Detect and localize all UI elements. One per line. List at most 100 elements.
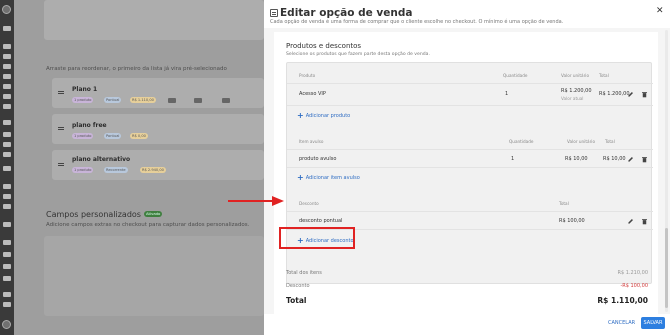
plan-tag-price: R$ 2.940,00: [140, 167, 166, 173]
delete-icon[interactable]: [641, 91, 648, 98]
add-loose-item-button[interactable]: + Adicionar item avulso: [297, 173, 360, 182]
nav-home-icon[interactable]: [3, 26, 11, 31]
plan-card[interactable]: Plano 1 1 produto Pontual R$ 1.110,00: [52, 78, 264, 108]
product-unit-value: R$ 1.200,00: [561, 88, 592, 94]
plan-tag-type: Pontual: [104, 133, 122, 139]
plan-name: Plano 1: [72, 86, 98, 93]
nav-integrations-icon[interactable]: [3, 166, 11, 171]
drawer-scroll-area[interactable]: Produtos e descontos Selecione os produt…: [264, 28, 670, 314]
product-total: R$ 1.200,00: [599, 91, 630, 97]
cancel-button[interactable]: CANCELAR: [608, 320, 635, 326]
nav-checkout-icon[interactable]: [3, 132, 11, 137]
products-header-total: Total: [599, 73, 609, 78]
background-top-card: [44, 0, 264, 40]
edit-icon[interactable]: [627, 218, 634, 225]
plan-tag-price: R$ 1.110,00: [130, 97, 156, 103]
divider: [287, 83, 653, 84]
edit-icon[interactable]: [627, 91, 634, 98]
custom-fields-title: Campos personalizados: [46, 210, 141, 219]
card-icon: [168, 98, 176, 103]
items-total-value: R$ 1.210,00: [617, 270, 648, 276]
plan-tag-price: R$ 0,00: [130, 133, 148, 139]
drag-handle-icon[interactable]: [58, 163, 64, 166]
nav-apps-icon[interactable]: [3, 184, 11, 189]
divider: [287, 105, 653, 106]
grand-total-label: Total: [286, 296, 307, 305]
custom-fields-card: [44, 236, 264, 316]
custom-fields-badge: Ativado: [144, 211, 163, 217]
loose-item-total: R$ 10,00: [603, 156, 626, 162]
custom-fields-desc: Adicione campos extras no checkout para …: [46, 222, 250, 228]
discount-name: desconto pontual: [299, 218, 343, 224]
drawer-subtitle: Cada opção de venda é uma forma de compr…: [270, 19, 564, 25]
divider: [287, 149, 653, 150]
nav-dashboard-icon[interactable]: [3, 44, 11, 49]
annotation-highlight-box: [279, 227, 355, 249]
loose-header-unit-value: Valor unitário: [567, 139, 596, 144]
nav-support-icon[interactable]: [3, 240, 11, 245]
drag-handle-icon[interactable]: [58, 91, 64, 94]
edit-icon[interactable]: [627, 156, 634, 163]
nav-notifications-icon[interactable]: [3, 222, 11, 227]
user-avatar[interactable]: [2, 320, 11, 329]
annotation-arrow-icon: [228, 196, 284, 206]
add-loose-item-label: Adicionar item avulso: [305, 175, 360, 181]
nav-coupons-icon[interactable]: [3, 142, 11, 147]
plans-hint: Arraste para reordenar, o primeiro da li…: [46, 66, 227, 72]
delete-icon[interactable]: [641, 218, 648, 225]
section-title: Produtos e descontos: [286, 42, 362, 50]
loose-item-name: produto avulso: [299, 156, 337, 162]
nav-products-icon[interactable]: [3, 54, 11, 59]
items-total-label: Total dos itens: [286, 270, 322, 276]
product-name: Acesso VIP: [299, 91, 326, 97]
plan-card[interactable]: plano free 1 produto Pontual R$ 0,00: [52, 114, 264, 144]
plan-name: plano alternativo: [72, 156, 131, 163]
nav-sales-icon[interactable]: [3, 64, 11, 69]
drawer-footer: CANCELAR SALVAR: [264, 314, 670, 335]
add-product-label: Adicionar produto: [305, 113, 351, 119]
plan-tag-products: 1 produto: [72, 97, 94, 103]
items-table: Produto Quantidade Valor unitário Total …: [286, 62, 653, 284]
nav-members-icon[interactable]: [3, 74, 11, 79]
scrollbar-thumb[interactable]: [665, 228, 668, 308]
products-header-quantity: Quantidade: [503, 73, 528, 78]
products-header-product: Produto: [299, 73, 316, 78]
loose-header-item: Item avulso: [299, 139, 324, 144]
discount-summary-value: -R$ 100,00: [620, 283, 648, 289]
product-unit-note: Valor atual: [561, 96, 584, 101]
background-page: Arraste para reordenar, o primeiro da li…: [14, 0, 264, 335]
nav-store-icon[interactable]: [3, 152, 11, 157]
app-nav-rail: [0, 0, 14, 335]
nav-reports-icon[interactable]: [3, 84, 11, 89]
drag-handle-icon[interactable]: [58, 127, 64, 130]
nav-marketing-icon[interactable]: [3, 94, 11, 99]
nav-help-icon[interactable]: [3, 252, 11, 257]
nav-affiliates-icon[interactable]: [3, 104, 11, 109]
loose-item-quantity: 1: [511, 156, 515, 162]
edit-option-icon: [270, 9, 278, 17]
nav-finance-icon[interactable]: [3, 120, 11, 125]
nav-account-icon[interactable]: [3, 292, 11, 297]
add-product-button[interactable]: + Adicionar produto: [297, 111, 350, 120]
products-discounts-section: Produtos e descontos Selecione os produt…: [274, 32, 658, 314]
grand-total-value: R$ 1.110,00: [597, 296, 648, 305]
close-icon[interactable]: ✕: [656, 6, 664, 16]
section-subtitle: Selecione os produtos que fazem parte de…: [286, 52, 430, 57]
loose-header-quantity: Quantidade: [509, 139, 534, 144]
nav-docs-icon[interactable]: [3, 264, 11, 269]
plan-card[interactable]: plano alternativo 1 produto Recorrente R…: [52, 150, 264, 180]
plan-tag-products: 1 produto: [72, 133, 94, 139]
discount-summary-label: Desconto: [286, 283, 310, 289]
drawer-title: Editar opção de venda: [280, 7, 413, 19]
plan-name: plano free: [72, 122, 107, 129]
nav-users-icon[interactable]: [3, 194, 11, 199]
nav-logout-icon[interactable]: [3, 302, 11, 307]
delete-icon[interactable]: [641, 156, 648, 163]
edit-sale-option-drawer: Editar opção de venda Cada opção de vend…: [264, 0, 670, 335]
loose-item-unit-value: R$ 10,00: [565, 156, 588, 162]
product-quantity: 1: [505, 91, 509, 97]
nav-analytics-icon[interactable]: [3, 204, 11, 209]
nav-settings-icon[interactable]: [3, 276, 11, 281]
save-button[interactable]: SALVAR: [641, 317, 665, 329]
app-logo-icon[interactable]: [2, 5, 11, 14]
